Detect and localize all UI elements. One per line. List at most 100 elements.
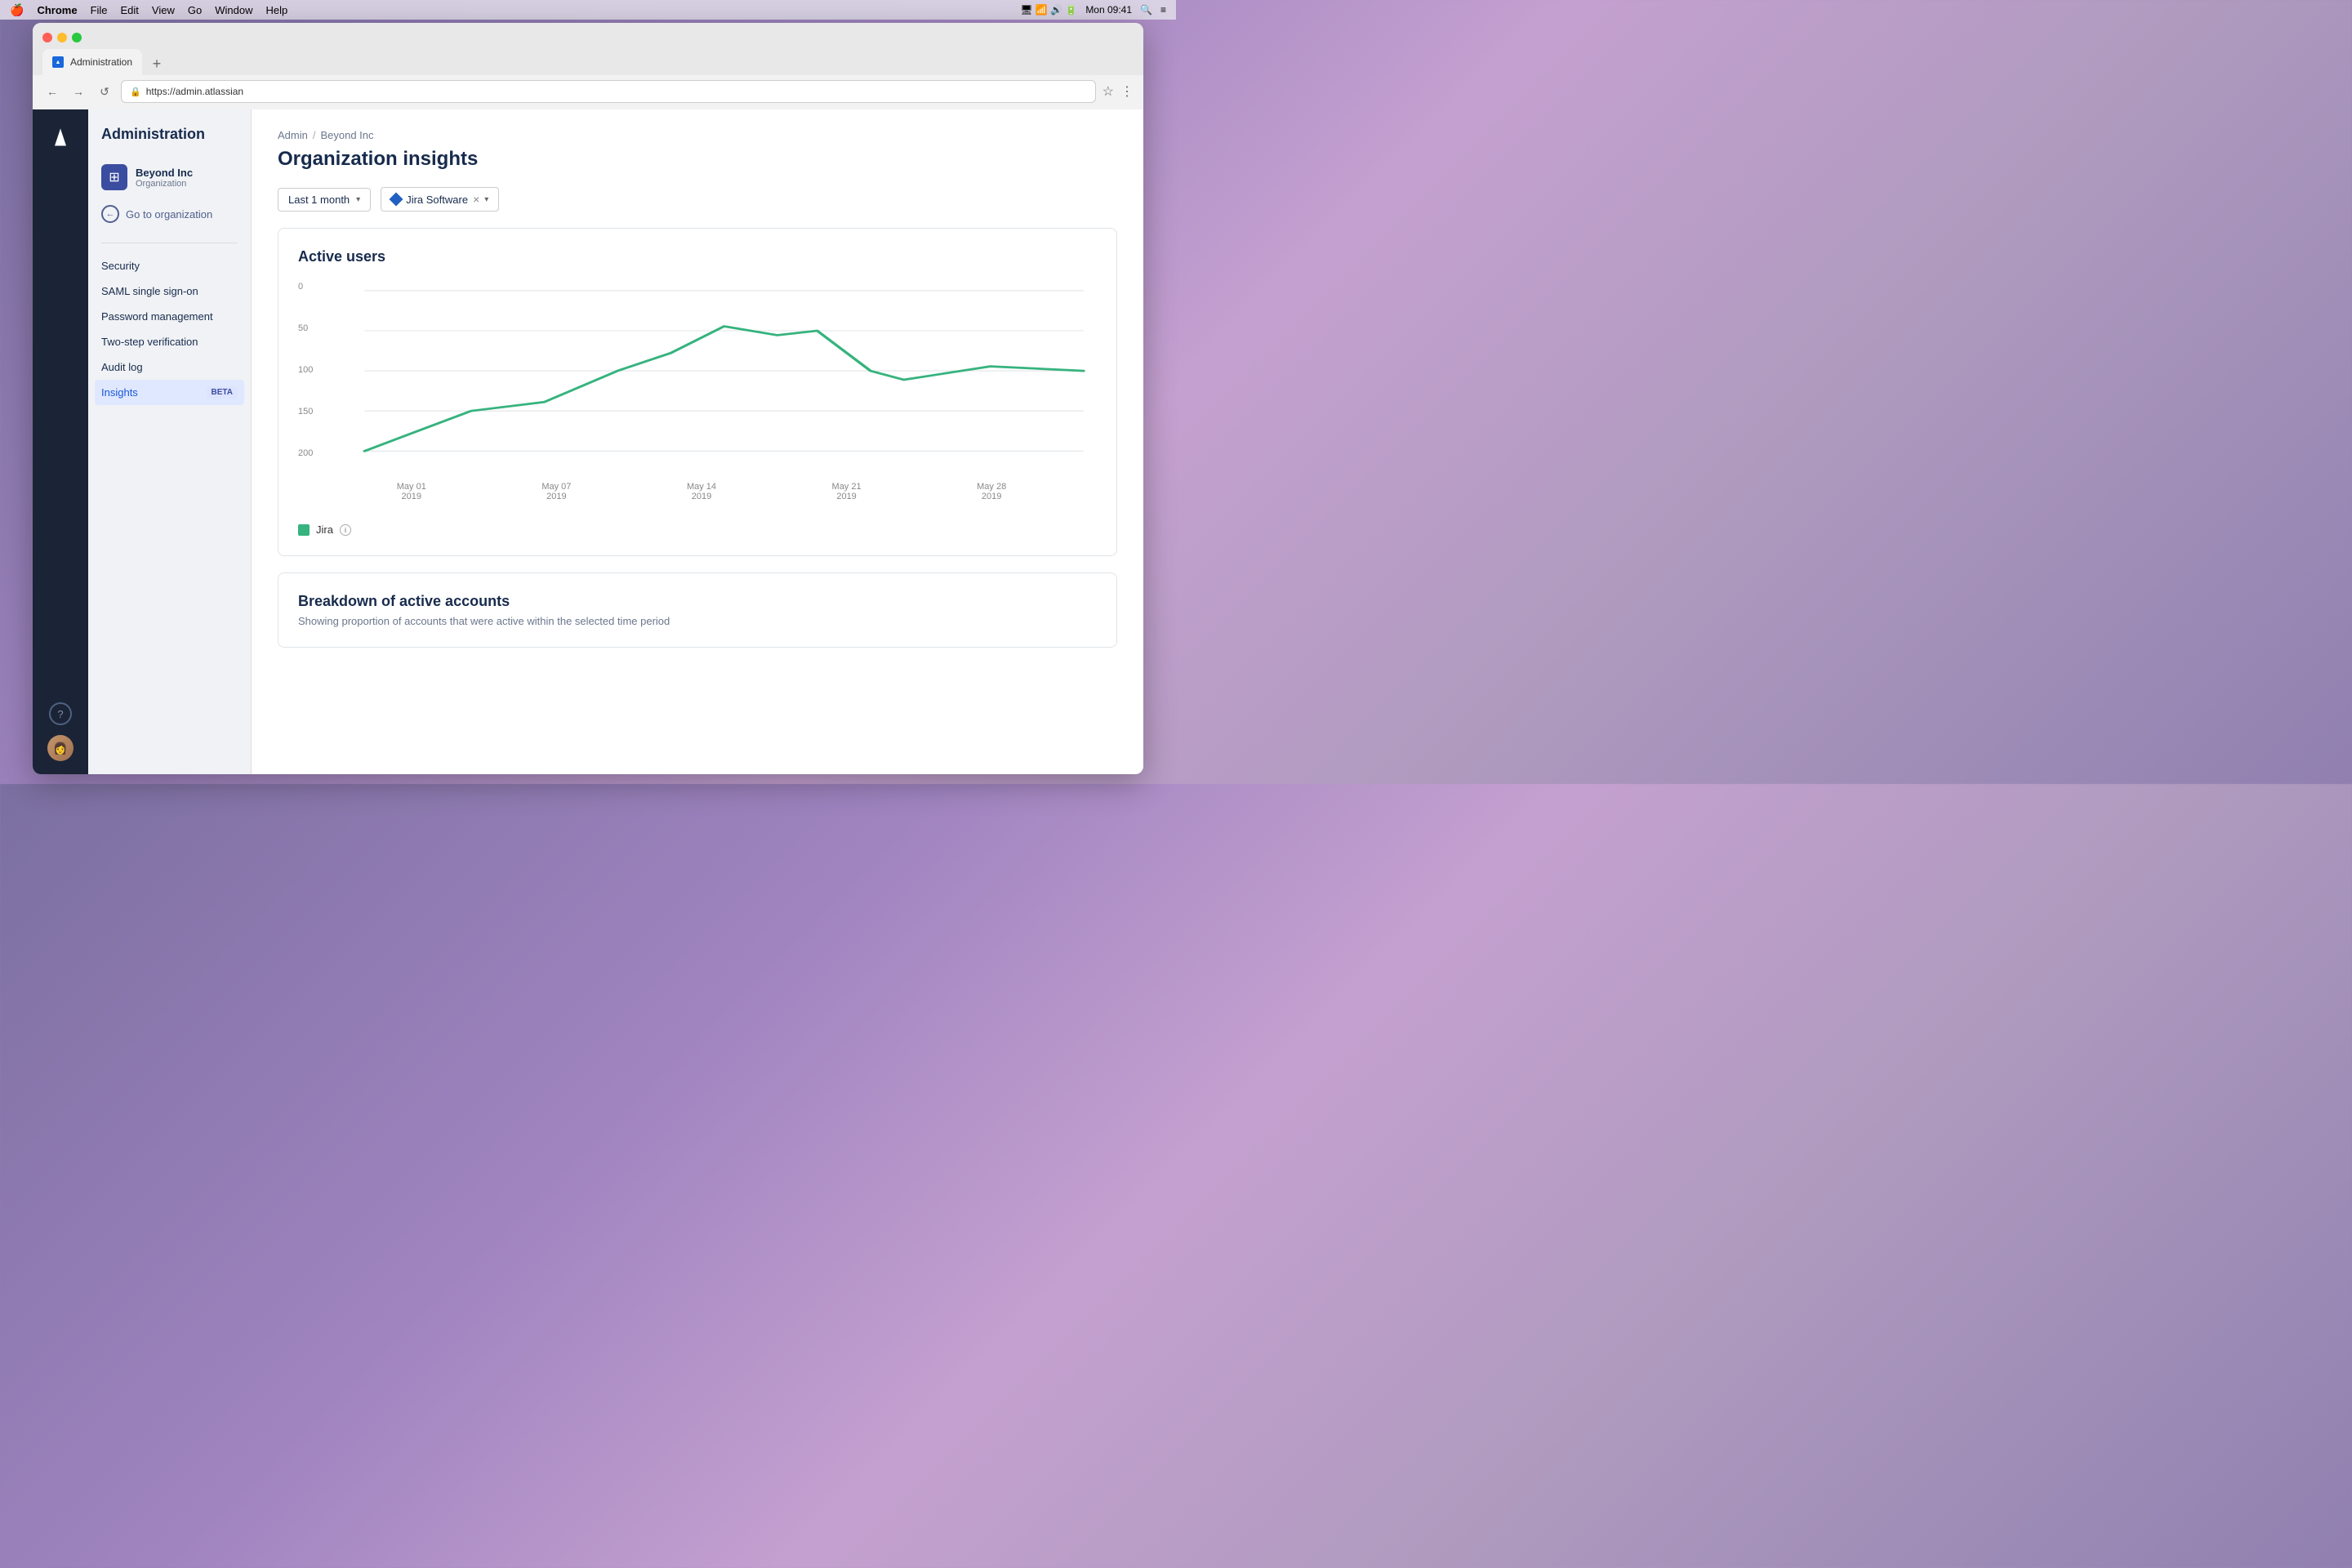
sidebar: ? 👩: [33, 109, 88, 774]
user-avatar[interactable]: 👩: [47, 735, 74, 761]
tab-favicon: [52, 56, 64, 68]
x-label-may21: May 21 2019: [774, 482, 920, 501]
breakdown-card: Breakdown of active accounts Showing pro…: [278, 572, 1117, 648]
product-filter-chevron: ▾: [484, 195, 488, 204]
sidebar-bottom: ? 👩: [47, 702, 74, 761]
sidebar-item-insights[interactable]: Insights BETA: [95, 380, 244, 405]
go-org-label: Go to organization: [126, 208, 212, 220]
line-chart-svg: [298, 282, 1097, 478]
new-tab-button[interactable]: +: [145, 52, 168, 75]
url-text: https://admin.atlassian: [146, 86, 243, 97]
product-filter[interactable]: Jira Software × ▾: [381, 187, 499, 212]
x-label-may14: May 14 2019: [629, 482, 774, 501]
menubar-view[interactable]: View: [152, 4, 175, 16]
sidebar-item-password[interactable]: Password management: [88, 304, 251, 329]
tab-title: Administration: [70, 56, 132, 68]
y-label-0: 0: [298, 282, 313, 292]
chart-legend: Jira i: [298, 523, 1097, 536]
page-title: Organization insights: [278, 148, 1117, 171]
legend-info-icon[interactable]: i: [340, 524, 351, 536]
active-tab[interactable]: Administration: [42, 49, 142, 75]
breadcrumb-separator: /: [313, 129, 316, 141]
reload-button[interactable]: ↺: [95, 82, 114, 101]
filters-row: Last 1 month ▾ Jira Software × ▾: [278, 187, 1117, 212]
maximize-button[interactable]: [72, 33, 82, 42]
org-block[interactable]: ⊞ Beyond Inc Organization: [88, 156, 251, 198]
x-label-may28: May 28 2019: [919, 482, 1064, 501]
org-type: Organization: [136, 179, 193, 189]
tab-bar: Administration +: [42, 49, 1134, 75]
menu-icon[interactable]: ⋮: [1120, 83, 1134, 100]
time-filter[interactable]: Last 1 month ▾: [278, 188, 371, 212]
y-label-100: 100: [298, 365, 313, 375]
forward-button[interactable]: →: [69, 82, 88, 101]
org-icon: ⊞: [101, 164, 127, 190]
sidebar-item-saml[interactable]: SAML single sign-on: [88, 278, 251, 304]
menubar-go[interactable]: Go: [188, 4, 202, 16]
search-icon[interactable]: 🔍: [1140, 4, 1152, 16]
time-filter-chevron: ▾: [356, 195, 360, 204]
browser-toolbar-right: ☆ ⋮: [1102, 83, 1134, 100]
menubar-edit[interactable]: Edit: [121, 4, 139, 16]
legend-label: Jira: [316, 523, 333, 536]
y-label-50: 50: [298, 323, 313, 333]
menubar-window[interactable]: Window: [215, 4, 252, 16]
address-bar[interactable]: 🔒 https://admin.atlassian: [121, 80, 1096, 103]
go-to-org-link[interactable]: ← Go to organization: [88, 198, 251, 229]
browser-window: Administration + ← → ↺ 🔒 https://admin.a…: [33, 23, 1143, 774]
chart-title: Active users: [298, 248, 1097, 265]
traffic-lights: [42, 29, 1134, 42]
menubar-app-name[interactable]: Chrome: [37, 4, 77, 16]
breakdown-title: Breakdown of active accounts: [298, 593, 1097, 610]
go-org-icon: ←: [101, 205, 119, 223]
beta-badge: BETA: [207, 386, 238, 399]
apple-menu[interactable]: 🍎: [10, 3, 24, 17]
breadcrumb-admin[interactable]: Admin: [278, 129, 308, 141]
menubar: 🍎 Chrome File Edit View Go Window Help 🖥…: [0, 0, 1176, 20]
org-name: Beyond Inc: [136, 167, 193, 179]
y-axis-labels: 200 150 100 50 0: [298, 282, 313, 461]
menubar-left: 🍎 Chrome File Edit View Go Window Help: [10, 3, 287, 17]
menubar-help[interactable]: Help: [265, 4, 287, 16]
sidebar-item-twostep[interactable]: Two-step verification: [88, 329, 251, 354]
browser-toolbar: ← → ↺ 🔒 https://admin.atlassian ☆ ⋮: [33, 75, 1143, 109]
main-content: Admin / Beyond Inc Organization insights…: [252, 109, 1143, 774]
y-label-200: 200: [298, 448, 313, 458]
atlassian-logo[interactable]: [46, 122, 75, 152]
browser-chrome: Administration +: [33, 23, 1143, 75]
product-filter-label: Jira Software: [406, 194, 468, 206]
breadcrumb: Admin / Beyond Inc: [278, 129, 1117, 141]
chart-area: 200 150 100 50 0: [298, 282, 1097, 510]
back-button[interactable]: ←: [42, 82, 62, 101]
legend-color-box: [298, 524, 310, 536]
active-users-card: Active users 200 150 100 50 0: [278, 228, 1117, 556]
breakdown-subtitle: Showing proportion of accounts that were…: [298, 615, 1097, 627]
menubar-time: Mon 09:41: [1085, 4, 1132, 16]
help-button[interactable]: ?: [49, 702, 72, 725]
insights-row: Insights BETA: [101, 386, 238, 399]
system-icons: 🖥 📶 🔊 🔋: [1020, 4, 1077, 16]
nav-title: Administration: [88, 126, 251, 156]
chart-x-labels: May 01 2019 May 07 2019 May 14 2019 Ma: [298, 482, 1097, 501]
app-content: ? 👩 Administration ⊞ Beyond Inc Organiza…: [33, 109, 1143, 774]
close-button[interactable]: [42, 33, 52, 42]
time-filter-label: Last 1 month: [288, 194, 350, 206]
menubar-items: File Edit View Go Window Help: [91, 4, 288, 16]
minimize-button[interactable]: [57, 33, 67, 42]
sidebar-item-audit[interactable]: Audit log: [88, 354, 251, 380]
lock-icon: 🔒: [130, 87, 141, 97]
avatar-image: 👩: [47, 735, 74, 761]
org-info: Beyond Inc Organization: [136, 167, 193, 189]
insights-label: Insights: [101, 386, 138, 399]
menubar-right: 🖥 📶 🔊 🔋 Mon 09:41 🔍 ≡: [1020, 4, 1166, 16]
x-label-may07: May 07 2019: [484, 482, 630, 501]
breadcrumb-org: Beyond Inc: [320, 129, 373, 141]
sidebar-item-security[interactable]: Security: [88, 253, 251, 278]
nav-panel: Administration ⊞ Beyond Inc Organization…: [88, 109, 252, 774]
jira-diamond-icon: [390, 193, 403, 207]
control-center-icon[interactable]: ≡: [1160, 4, 1166, 16]
menubar-file[interactable]: File: [91, 4, 108, 16]
product-filter-clear[interactable]: ×: [473, 193, 479, 206]
y-label-150: 150: [298, 407, 313, 416]
bookmark-icon[interactable]: ☆: [1102, 83, 1114, 100]
